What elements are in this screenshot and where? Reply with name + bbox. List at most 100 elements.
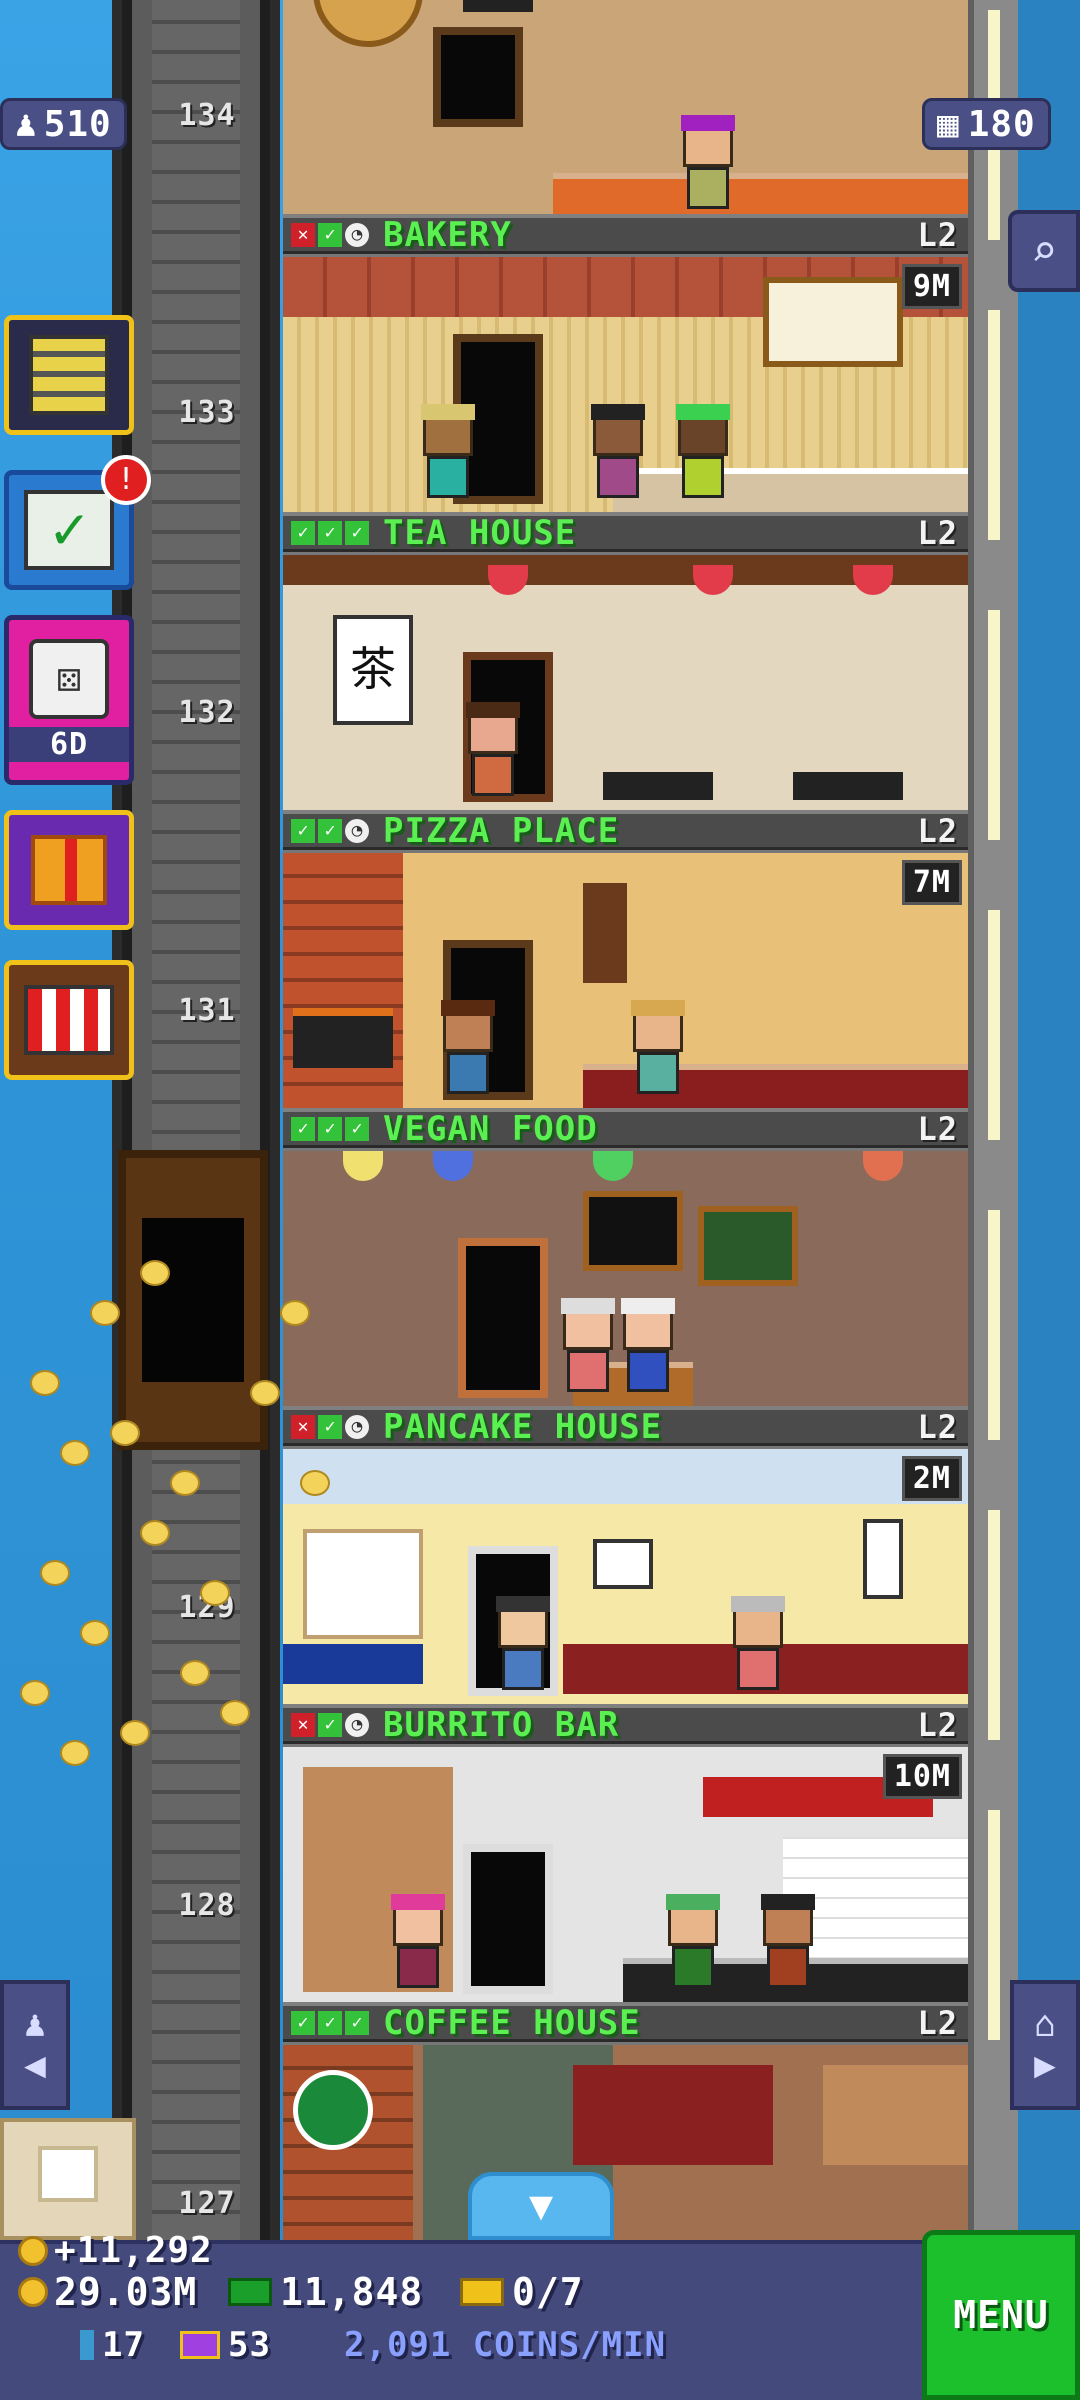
room-status: ✓ ✓ ✓ <box>291 520 369 545</box>
floor-number: 133 <box>178 395 236 430</box>
display-counter <box>613 468 968 512</box>
brick-wall <box>283 853 403 1108</box>
sky-edge <box>1018 0 1080 2240</box>
room-status: ✕ ✓ ◔ <box>291 1712 369 1737</box>
person[interactable] <box>391 1894 445 1992</box>
room-level: L2 <box>917 513 958 552</box>
elevator-car[interactable] <box>118 1150 268 1450</box>
population-badge[interactable]: ♟ 510 <box>0 98 127 150</box>
room-level: L2 <box>917 1705 958 1744</box>
menu-button[interactable]: MENU <box>922 2230 1080 2400</box>
shop-stall-icon <box>24 985 114 1055</box>
person[interactable] <box>631 1000 685 1098</box>
menu-boards <box>573 2065 773 2165</box>
floor-number: 131 <box>178 993 236 1028</box>
room-vegan-food[interactable]: ✓ ✓ ✓ VEGAN FOOD L2 <box>283 1108 968 1406</box>
floor-number: 128 <box>178 1888 236 1923</box>
room-level: L2 <box>917 215 958 254</box>
visit-next-button[interactable]: ⌂ ▶ <box>1010 1980 1080 2110</box>
bux-stat[interactable]: 11,848 <box>228 2270 423 2314</box>
room-door <box>433 27 523 127</box>
tickets-value: 17 <box>102 2325 145 2365</box>
home-icon: ⌂ <box>1034 2004 1056 2045</box>
person[interactable] <box>761 1894 815 1992</box>
menu-board <box>583 883 627 983</box>
golden-tickets-value: 53 <box>228 2325 271 2365</box>
tea-scroll: 茶 <box>333 615 413 725</box>
person[interactable] <box>676 404 730 502</box>
golden-ticket-icon <box>180 2331 220 2359</box>
stock-badge: 10M <box>882 1754 962 1799</box>
missions-button[interactable]: ✓ ! <box>4 455 151 590</box>
stock-badge: 9M <box>901 264 962 309</box>
bitizen-ticket-icon <box>80 2330 94 2360</box>
dice-timer: 6D <box>9 726 129 762</box>
building-icon <box>29 335 109 415</box>
elevator-door <box>142 1218 244 1382</box>
room-tea-house[interactable]: ✓ ✓ ✓ TEA HOUSE L2 茶 <box>283 512 968 810</box>
person[interactable] <box>621 1298 675 1396</box>
room-burrito-bar[interactable]: ✕ ✓ ◔ BURRITO BAR L2 10M <box>283 1704 968 2002</box>
coins-stat: 29.03M <box>18 2270 197 2314</box>
window <box>863 1519 903 1599</box>
gift-button[interactable] <box>4 810 134 930</box>
notification-badge: ! <box>101 455 151 505</box>
arrow-right-icon: ▶ <box>1034 2045 1056 2086</box>
window-light <box>988 1510 1000 1740</box>
person[interactable] <box>466 702 520 800</box>
search-button[interactable]: ⌕ <box>1008 210 1080 292</box>
tower: ✕ ✓ ◔ BAKERY L2 9M ✓ ✓ ✓ TEA HOUSE L2 茶 … <box>283 0 968 2300</box>
person[interactable] <box>496 1596 550 1694</box>
room-door <box>463 1844 553 1994</box>
shaft-rail <box>260 0 270 2240</box>
check-icon: ✓ <box>318 520 342 545</box>
person[interactable] <box>731 1596 785 1694</box>
room-pizza-place[interactable]: ✓ ✓ ◔ PIZZA PLACE L2 7M <box>283 810 968 1108</box>
dice-button[interactable]: ⚄ 6D <box>4 615 134 785</box>
elevator-shaft[interactable]: 134 133 132 131 129 128 127 <box>112 0 280 2240</box>
x-icon: ✕ <box>291 1712 315 1737</box>
market-button[interactable] <box>4 960 134 1080</box>
x-icon: ✕ <box>291 222 315 247</box>
room-top-partial[interactable] <box>283 0 968 217</box>
check-icon: ✓ <box>291 2010 315 2035</box>
visit-previous-button[interactable]: ♟ ◀ <box>0 1980 70 2110</box>
room-bakery[interactable]: ✕ ✓ ◔ BAKERY L2 9M <box>283 214 968 512</box>
room-door <box>458 1238 548 1398</box>
person[interactable] <box>591 404 645 502</box>
person[interactable] <box>666 1894 720 1992</box>
person[interactable] <box>441 1000 495 1098</box>
check-icon: ✓ <box>318 1712 342 1737</box>
tower-frame <box>968 0 1018 2240</box>
room-status: ✓ ✓ ✓ <box>291 2010 369 2035</box>
check-icon: ✓ <box>291 520 315 545</box>
stock-badge: 2M <box>901 1456 962 1501</box>
lantern <box>693 565 733 595</box>
crate-button[interactable] <box>0 2118 136 2240</box>
stock-badge: 7M <box>901 860 962 905</box>
room-status: ✓ ✓ ✓ <box>291 1116 369 1141</box>
vip-ticket-icon <box>460 2278 504 2306</box>
room-name: BAKERY <box>383 214 512 255</box>
window-light <box>988 310 1000 540</box>
vip-value: 0/7 <box>512 2270 584 2314</box>
tower-overview-button[interactable] <box>4 315 134 435</box>
person[interactable] <box>421 404 475 502</box>
floors-badge[interactable]: ▦ 180 <box>922 98 1051 150</box>
bux-value: 11,848 <box>280 2270 424 2314</box>
coffee-logo-icon <box>293 2070 373 2150</box>
check-icon: ✓ <box>318 222 342 247</box>
magnifier-icon: ⌕ <box>1030 225 1058 277</box>
coin-icon <box>18 2235 48 2266</box>
clock-icon: ◔ <box>345 818 369 843</box>
counter <box>283 1644 423 1684</box>
scroll-down-button[interactable]: ▼ <box>468 2172 614 2240</box>
dice-icon: ⚄ <box>29 638 109 719</box>
person[interactable] <box>681 115 735 213</box>
room-name: VEGAN FOOD <box>383 1108 598 1149</box>
person[interactable] <box>561 1298 615 1396</box>
check-icon: ✓ <box>345 2010 369 2035</box>
population-value: 510 <box>43 103 112 145</box>
room-pancake-house[interactable]: ✕ ✓ ◔ PANCAKE HOUSE L2 2M <box>283 1406 968 1704</box>
vip-stat[interactable]: 0/7 <box>460 2270 584 2314</box>
